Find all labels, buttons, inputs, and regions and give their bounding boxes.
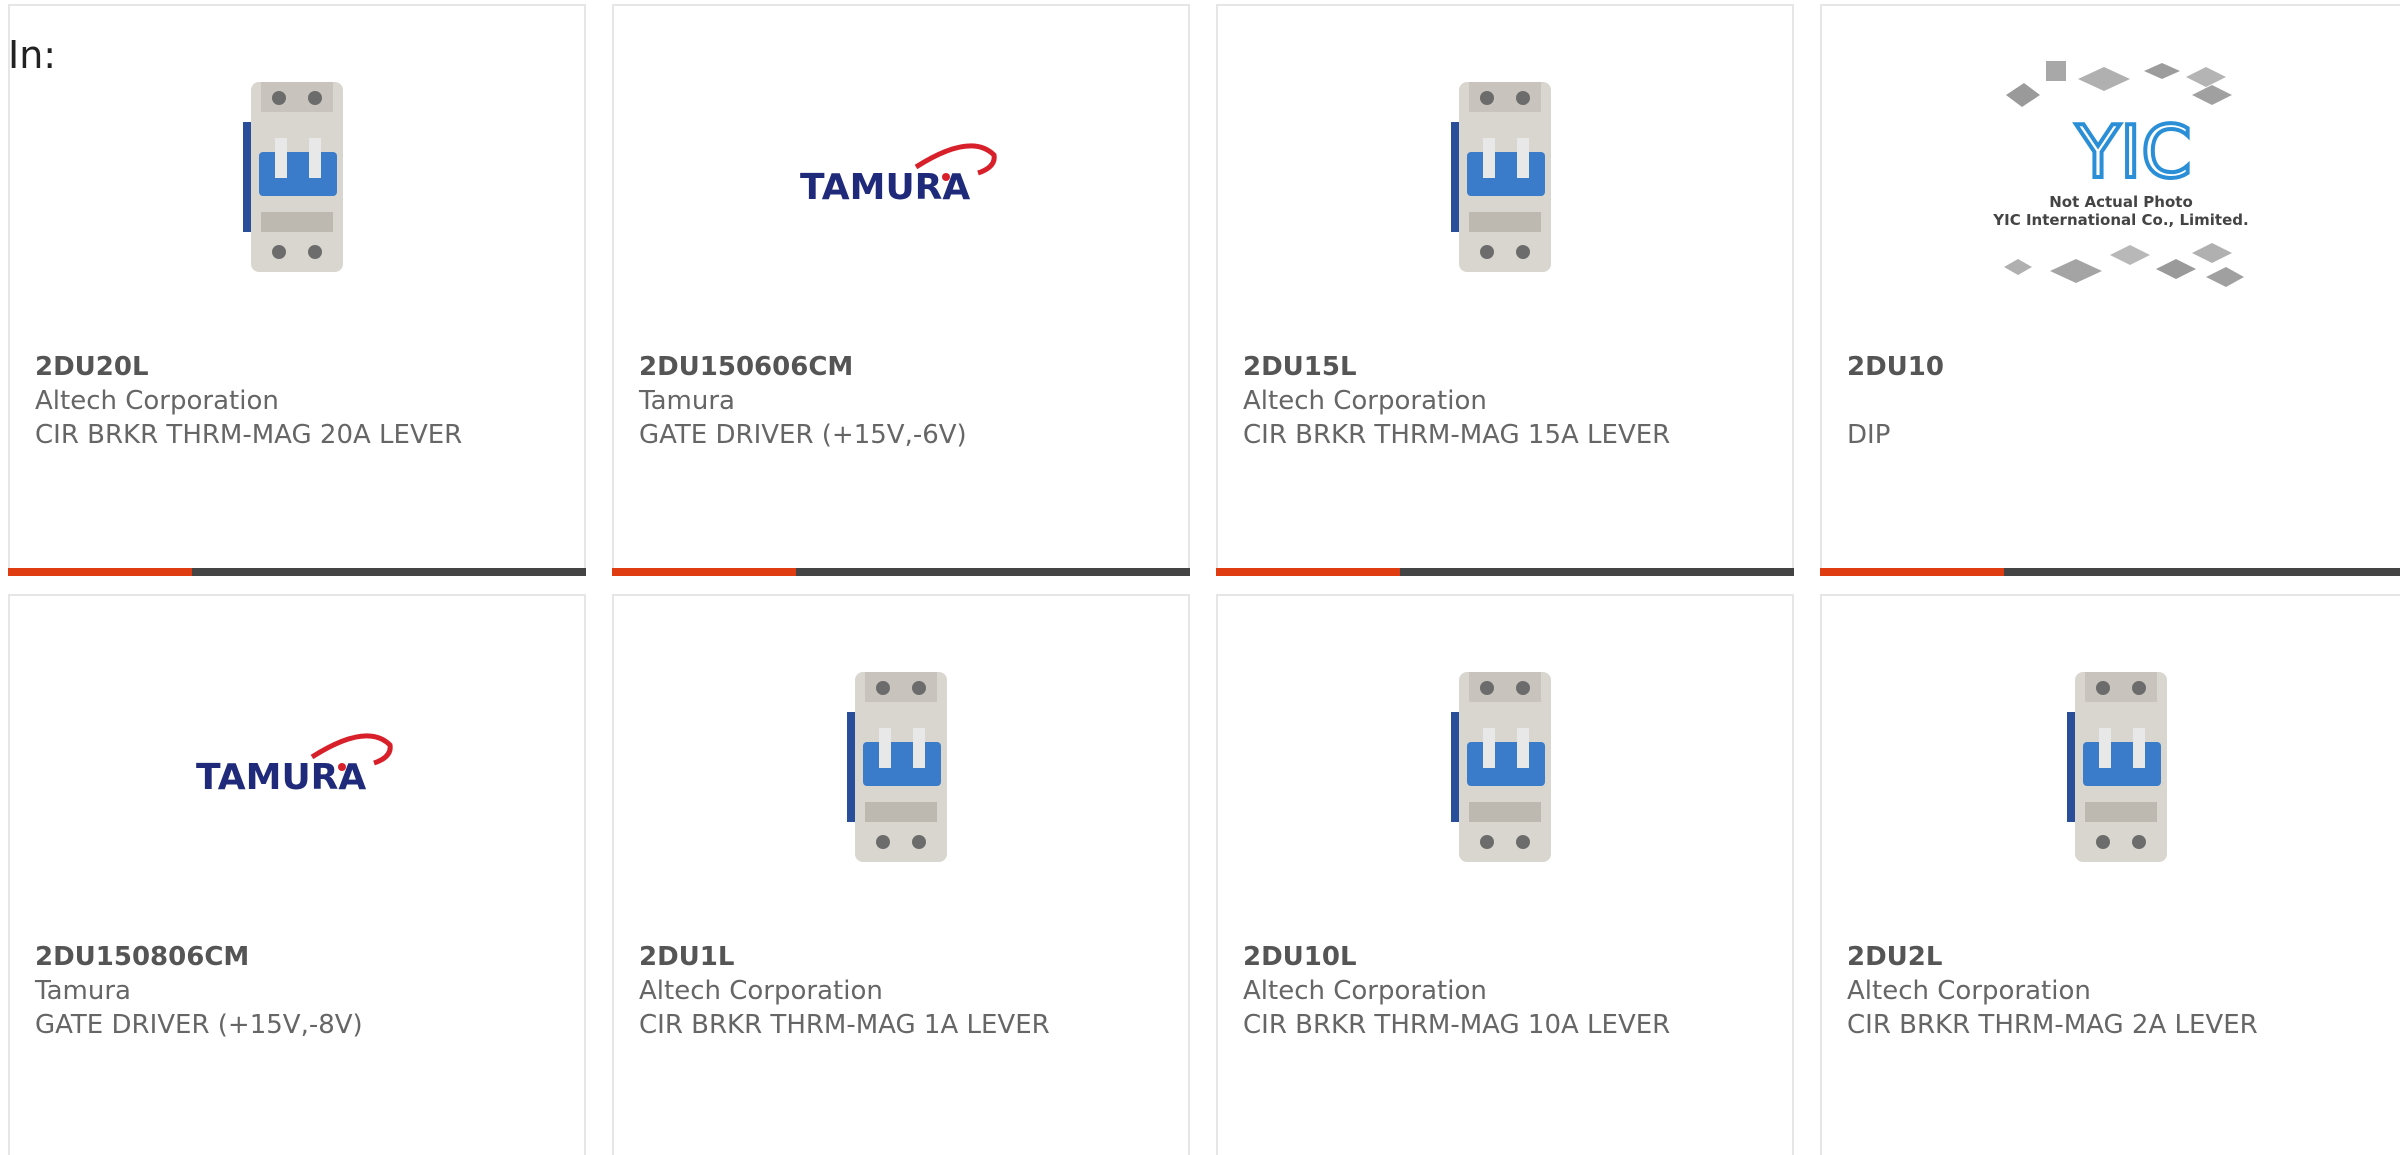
- part-number[interactable]: 2DU10L: [1243, 940, 1357, 974]
- product-image[interactable]: [10, 62, 584, 292]
- product-image[interactable]: [1822, 652, 2400, 882]
- product-card[interactable]: YIC Not Actual Photo YIC International C…: [1820, 4, 2400, 576]
- card-accent-highlight: [1216, 568, 1400, 576]
- description: CIR BRKR THRM-MAG 10A LEVER: [1243, 1010, 1671, 1040]
- part-number[interactable]: 2DU150606CM: [639, 350, 853, 384]
- manufacturer: Altech Corporation: [1243, 386, 1487, 416]
- yic-placeholder-icon: YIC Not Actual Photo YIC International C…: [1992, 61, 2249, 287]
- part-number[interactable]: 2DU20L: [35, 350, 149, 384]
- manufacturer: Altech Corporation: [35, 386, 279, 416]
- product-image[interactable]: [1218, 62, 1792, 292]
- product-image[interactable]: TAMURA: [10, 652, 584, 882]
- product-image[interactable]: TAMURA: [614, 62, 1188, 292]
- description: DIP: [1847, 420, 1891, 450]
- tamura-logo-text: TAMURA: [196, 757, 366, 798]
- product-image[interactable]: [614, 652, 1188, 882]
- in-label: In:: [8, 33, 57, 77]
- part-number[interactable]: 2DU150806CM: [35, 940, 249, 974]
- description: GATE DRIVER (+15V,-8V): [35, 1010, 363, 1040]
- product-card[interactable]: 2DU15L Altech Corporation CIR BRKR THRM-…: [1216, 4, 1794, 576]
- manufacturer: Altech Corporation: [1847, 976, 2091, 1006]
- tamura-logo: TAMURA: [800, 143, 997, 208]
- breaker-icon: [1451, 672, 1551, 862]
- breaker-icon: [243, 82, 343, 272]
- yic-caption-line2: YIC International Co., Limited.: [1992, 211, 2248, 229]
- product-card[interactable]: 2DU10L Altech Corporation CIR BRKR THRM-…: [1216, 594, 1794, 1155]
- part-number[interactable]: 2DU1L: [639, 940, 734, 974]
- card-accent-highlight: [612, 568, 796, 576]
- yic-logo-text: YIC: [2075, 110, 2192, 194]
- product-card[interactable]: TAMURA 2DU150606CM Tamura GATE DRIVER (+…: [612, 4, 1190, 576]
- card-accent-bar: [1216, 568, 1794, 576]
- manufacturer: Tamura: [639, 386, 735, 416]
- description: CIR BRKR THRM-MAG 15A LEVER: [1243, 420, 1671, 450]
- tamura-logo-text: TAMURA: [800, 167, 970, 208]
- card-accent-bar: [8, 568, 586, 576]
- product-image[interactable]: [1218, 652, 1792, 882]
- card-accent-bar: [612, 568, 1190, 576]
- breaker-icon: [1451, 82, 1551, 272]
- card-accent-highlight: [1820, 568, 2004, 576]
- card-accent-bar: [1820, 568, 2400, 576]
- description: CIR BRKR THRM-MAG 2A LEVER: [1847, 1010, 2258, 1040]
- description: CIR BRKR THRM-MAG 20A LEVER: [35, 420, 463, 450]
- description: GATE DRIVER (+15V,-6V): [639, 420, 967, 450]
- card-accent-highlight: [8, 568, 192, 576]
- product-card[interactable]: TAMURA 2DU150806CM Tamura GATE DRIVER (+…: [8, 594, 586, 1155]
- product-image[interactable]: YIC Not Actual Photo YIC International C…: [1822, 61, 2400, 292]
- part-number[interactable]: 2DU10: [1847, 350, 1944, 384]
- product-listing-page: 2DU20L Altech Corporation CIR BRKR THRM-…: [0, 0, 2400, 1155]
- product-card[interactable]: 2DU1L Altech Corporation CIR BRKR THRM-M…: [612, 594, 1190, 1155]
- breaker-icon: [847, 672, 947, 862]
- manufacturer: Altech Corporation: [639, 976, 883, 1006]
- product-card[interactable]: 2DU2L Altech Corporation CIR BRKR THRM-M…: [1820, 594, 2400, 1155]
- description: CIR BRKR THRM-MAG 1A LEVER: [639, 1010, 1050, 1040]
- manufacturer: Tamura: [35, 976, 131, 1006]
- yic-caption-line1: Not Actual Photo: [2049, 193, 2193, 211]
- manufacturer: Altech Corporation: [1243, 976, 1487, 1006]
- part-number[interactable]: 2DU2L: [1847, 940, 1942, 974]
- product-card[interactable]: 2DU20L Altech Corporation CIR BRKR THRM-…: [8, 4, 586, 576]
- breaker-icon: [2067, 672, 2167, 862]
- tamura-logo: TAMURA: [196, 733, 393, 798]
- part-number[interactable]: 2DU15L: [1243, 350, 1357, 384]
